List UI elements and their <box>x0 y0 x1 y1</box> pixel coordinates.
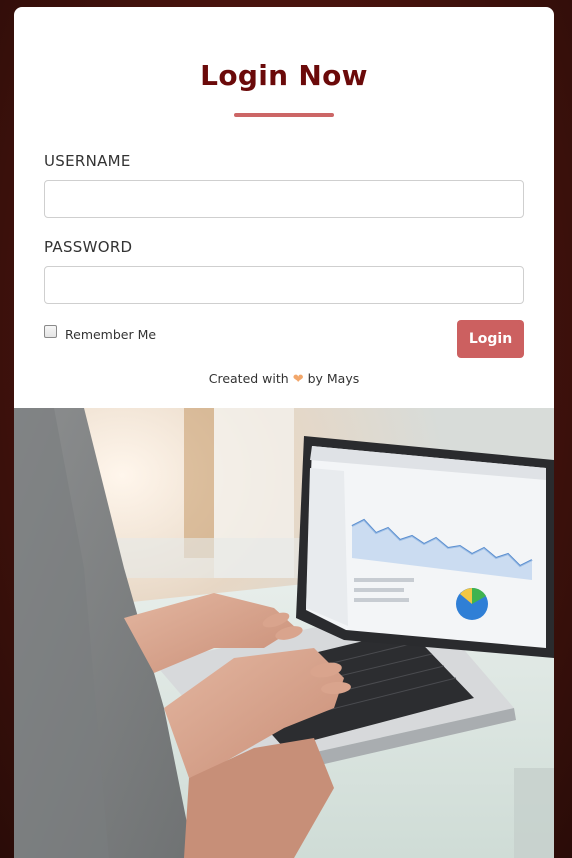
username-label: USERNAME <box>44 152 131 170</box>
laptop-analytics-photo <box>14 408 554 858</box>
login-button[interactable]: Login <box>457 320 524 358</box>
password-input[interactable] <box>44 266 524 304</box>
remember-me[interactable]: Remember Me <box>44 324 156 342</box>
pie-chart-icon <box>456 587 488 620</box>
photo-illustration <box>14 408 554 858</box>
remember-me-checkbox[interactable] <box>44 324 57 338</box>
heart-icon: ❤ <box>292 372 304 387</box>
page-title: Login Now <box>200 59 368 92</box>
footer-prefix: Created with <box>208 371 289 386</box>
footer-credit: Created with ❤ by Mays <box>14 371 554 387</box>
username-input[interactable] <box>44 180 524 218</box>
title-underline <box>234 113 334 117</box>
login-card: Login Now USERNAME PASSWORD Remember Me … <box>14 7 554 858</box>
footer-suffix: by Mays <box>307 371 360 386</box>
password-label: PASSWORD <box>44 238 133 256</box>
remember-me-label: Remember Me <box>65 327 157 342</box>
